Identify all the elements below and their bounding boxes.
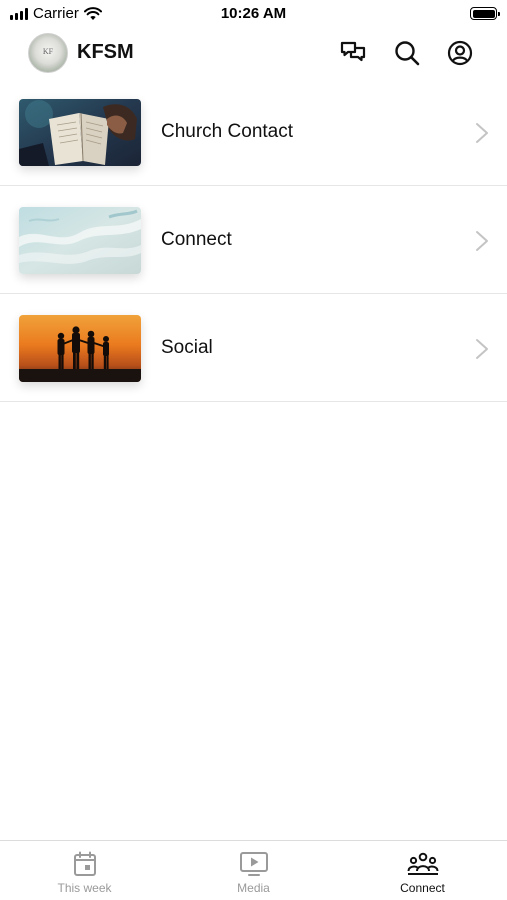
list-item-connect[interactable]: Connect [0, 186, 507, 294]
list-item-church-contact[interactable]: Church Contact [0, 78, 507, 186]
app-screen: Carrier 10:26 AM KF KFSM Church Contact … [0, 0, 507, 900]
chevron-right-icon [476, 231, 488, 251]
chevron-right-icon [476, 339, 488, 359]
status-time: 10:26 AM [220, 5, 287, 22]
tab-this-week[interactable]: This week [0, 841, 169, 900]
app-header: KF KFSM [0, 28, 507, 78]
list-item-social[interactable]: Social [0, 294, 507, 402]
app-title: KFSM [77, 41, 134, 63]
tab-connect[interactable]: Connect [338, 841, 507, 900]
tab-label: Media [237, 881, 270, 895]
chat-bubbles-icon[interactable] [339, 39, 367, 67]
ocean-waves-photo [19, 207, 141, 274]
calendar-icon [73, 851, 96, 876]
account-circle-icon[interactable] [446, 39, 474, 67]
people-group-icon [407, 852, 438, 875]
play-screen-icon [239, 852, 268, 876]
tab-label: Connect [400, 881, 445, 895]
tab-media[interactable]: Media [169, 841, 338, 900]
battery-full-icon [470, 7, 500, 20]
tab-label: This week [57, 881, 112, 895]
connect-list: Church Contact Connect Social [0, 78, 507, 402]
sunset-silhouettes-photo [19, 315, 141, 382]
chevron-right-icon [476, 123, 488, 143]
bible-reading-photo [19, 99, 141, 166]
bottom-tab-bar: This week Media Connect [0, 840, 507, 900]
church-logo-avatar[interactable]: KF [28, 33, 68, 73]
status-bar: Carrier 10:26 AM [0, 0, 507, 28]
list-item-label: Connect [161, 229, 232, 250]
avatar-monogram: KF [42, 47, 54, 56]
list-item-label: Church Contact [161, 121, 294, 142]
list-item-label: Social [161, 337, 213, 358]
search-icon[interactable] [393, 39, 421, 67]
